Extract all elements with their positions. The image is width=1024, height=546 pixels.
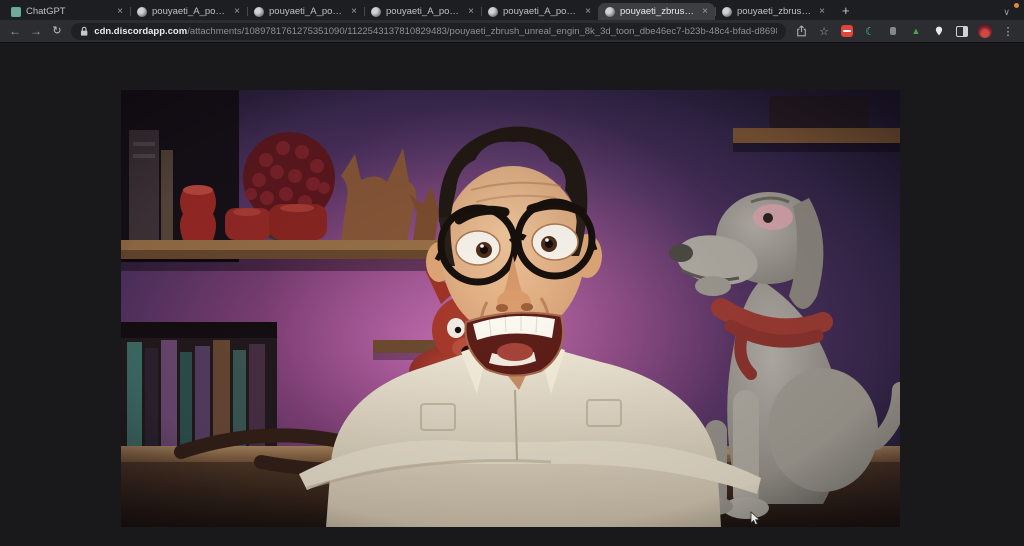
tab-zbrush-unreal-active[interactable]: pouyaeti_zbrush_unreal_engin × <box>598 3 715 20</box>
forward-button[interactable]: → <box>29 25 43 37</box>
bookmark-star-button[interactable]: ☆ <box>816 23 832 39</box>
recording-indicator-dot <box>1014 3 1019 8</box>
avatar-image <box>978 24 992 38</box>
pin-extension-button[interactable] <box>931 23 947 39</box>
toon-render-scene <box>121 90 900 527</box>
address-bar[interactable]: cdn.discordapp.com/attachments/108978176… <box>71 23 786 40</box>
tab-title: pouyaeti_A_powerful_modern <box>152 6 229 17</box>
profile-avatar[interactable] <box>977 23 993 39</box>
globe-favicon <box>254 7 264 17</box>
dark-reader-extension-button[interactable]: ☾ <box>862 23 878 39</box>
close-icon[interactable]: × <box>468 7 474 17</box>
close-icon[interactable]: × <box>351 7 357 17</box>
pin-icon <box>934 25 944 37</box>
globe-favicon <box>371 7 381 17</box>
globe-favicon <box>137 7 147 17</box>
small-extension-icon <box>890 27 896 35</box>
tab-zbrush-unreal-2[interactable]: pouyaeti_zbrush_unreal_engin × <box>715 3 832 20</box>
close-icon[interactable]: × <box>702 7 708 17</box>
close-icon[interactable]: × <box>117 7 123 17</box>
close-icon[interactable]: × <box>819 7 825 17</box>
side-panel-button[interactable] <box>954 23 970 39</box>
tab-overview-chevron-icon[interactable]: ∨ <box>1003 7 1010 18</box>
tab-title: pouyaeti_A_powerful_modern <box>269 6 346 17</box>
tab-powerful-modern-3[interactable]: pouyaeti_A_powerful_modern × <box>364 3 481 20</box>
tab-title: pouyaeti_zbrush_unreal_engin <box>620 6 697 17</box>
globe-favicon <box>722 7 732 17</box>
close-icon[interactable]: × <box>234 7 240 17</box>
small-extension-button[interactable] <box>885 23 901 39</box>
url-path: /attachments/1089781761275351090/1122543… <box>187 26 777 37</box>
chatgpt-favicon <box>11 7 21 17</box>
tab-chatgpt[interactable]: ChatGPT × <box>4 3 130 20</box>
globe-favicon <box>605 7 615 17</box>
tab-title: ChatGPT <box>26 6 112 17</box>
tab-strip: ChatGPT × pouyaeti_A_powerful_modern × p… <box>0 0 1024 20</box>
url-text: cdn.discordapp.com/attachments/108978176… <box>94 26 777 37</box>
adblock-extension-button[interactable] <box>839 23 855 39</box>
lock-icon <box>80 26 88 37</box>
browser-menu-button[interactable]: ⋮ <box>1000 23 1016 39</box>
share-icon <box>796 25 807 37</box>
browser-chrome: ChatGPT × pouyaeti_A_powerful_modern × p… <box>0 0 1024 43</box>
share-button[interactable] <box>793 23 809 39</box>
tab-title: pouyaeti_A_powerful_modern <box>386 6 463 17</box>
tab-powerful-modern-1[interactable]: pouyaeti_A_powerful_modern × <box>130 3 247 20</box>
globe-favicon <box>488 7 498 17</box>
tab-title: pouyaeti_zbrush_unreal_engin <box>737 6 814 17</box>
page-viewport <box>0 43 1024 545</box>
attachment-image <box>121 90 900 527</box>
url-domain: cdn.discordapp.com <box>94 26 187 37</box>
tab-powerful-modern-2[interactable]: pouyaeti_A_powerful_modern × <box>247 3 364 20</box>
tab-title: pouyaeti_A_powerful_modern <box>503 6 580 17</box>
reload-button[interactable]: ↻ <box>50 26 64 37</box>
browser-toolbar: ← → ↻ cdn.discordapp.com/attachments/108… <box>0 20 1024 43</box>
adblock-icon <box>841 25 853 37</box>
side-panel-icon <box>956 26 968 37</box>
close-icon[interactable]: × <box>585 7 591 17</box>
updater-extension-button[interactable]: ▲ <box>908 23 924 39</box>
back-button[interactable]: ← <box>8 25 22 37</box>
new-tab-button[interactable]: + <box>842 3 850 18</box>
tab-powerful-modern-4[interactable]: pouyaeti_A_powerful_modern × <box>481 3 598 20</box>
